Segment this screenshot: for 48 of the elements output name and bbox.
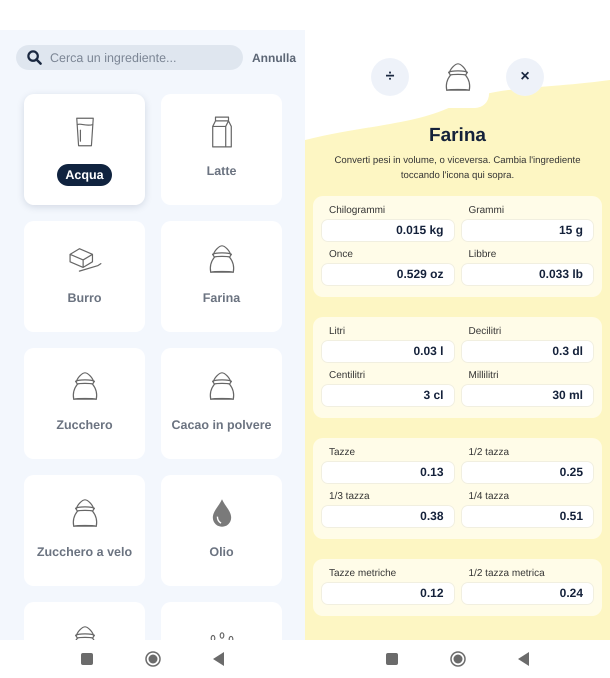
- value-field[interactable]: 0.015 kg: [321, 219, 454, 242]
- value-field[interactable]: 0.13: [321, 461, 454, 484]
- ingredient-card[interactable]: Zucchero: [24, 348, 145, 459]
- cancel-link[interactable]: Annulla: [252, 50, 296, 64]
- value-field[interactable]: 0.12: [321, 582, 454, 605]
- value-field[interactable]: 0.38: [321, 505, 454, 528]
- home-button[interactable]: [450, 651, 466, 667]
- field-label: Decilitri: [468, 326, 502, 337]
- value-field[interactable]: 30 ml: [460, 384, 594, 407]
- value-field[interactable]: 0.3 dl: [460, 340, 594, 363]
- ingredient-title: Farina: [428, 125, 488, 147]
- ingredient-card[interactable]: Olio: [161, 475, 282, 586]
- field-label: Grammi: [468, 205, 506, 216]
- value-field[interactable]: 0.24: [460, 582, 594, 605]
- value-field[interactable]: 0.033 lb: [460, 263, 594, 286]
- value-field[interactable]: 0.529 oz: [321, 263, 454, 286]
- value-field[interactable]: 0.25: [460, 461, 594, 484]
- field-label: 1/3 tazza: [328, 491, 371, 502]
- recents-button[interactable]: [386, 653, 398, 665]
- back-button[interactable]: [518, 652, 530, 666]
- value-field[interactable]: 0.51: [460, 505, 594, 528]
- drop-icon: [210, 498, 232, 528]
- ingredient-card[interactable]: Zucchero a velo: [24, 475, 145, 586]
- ingredient-card[interactable]: Acqua: [24, 94, 145, 205]
- value-field[interactable]: 3 cl: [321, 384, 454, 407]
- field-label: Litri: [328, 326, 346, 337]
- ingredient-card[interactable]: Burro: [24, 221, 145, 332]
- ingredient-card[interactable]: Latte: [161, 94, 282, 205]
- field-label: Libbre: [468, 249, 498, 260]
- field-label: Tazze metriche: [328, 568, 398, 579]
- value-field[interactable]: 0.03 l: [321, 340, 454, 363]
- glass-icon: [74, 115, 96, 149]
- field-label: Tazze: [328, 447, 356, 458]
- field-label: 1/2 tazza: [468, 447, 510, 458]
- field-label: Centilitri: [328, 370, 366, 381]
- back-button[interactable]: [212, 652, 224, 666]
- recents-button[interactable]: [80, 653, 92, 665]
- description-text: Converti pesi in volume, o viceversa. Cambia l'ingrediente toccando l'icona qui sopra.: [333, 154, 582, 183]
- field-label: Chilogrammi: [328, 205, 386, 216]
- field-label: 1/2 tazza metrica: [468, 568, 546, 579]
- home-button[interactable]: [144, 651, 160, 667]
- search-field[interactable]: Cerca un ingrediente...: [16, 45, 243, 70]
- ingredient-card[interactable]: Farina: [161, 221, 282, 332]
- field-label: 1/4 tazza: [468, 491, 510, 502]
- field-label: Once: [328, 249, 354, 260]
- field-label: Millilitri: [468, 370, 500, 381]
- value-field[interactable]: 15 g: [460, 219, 594, 242]
- ingredient-card[interactable]: Cacao in polvere: [161, 348, 282, 459]
